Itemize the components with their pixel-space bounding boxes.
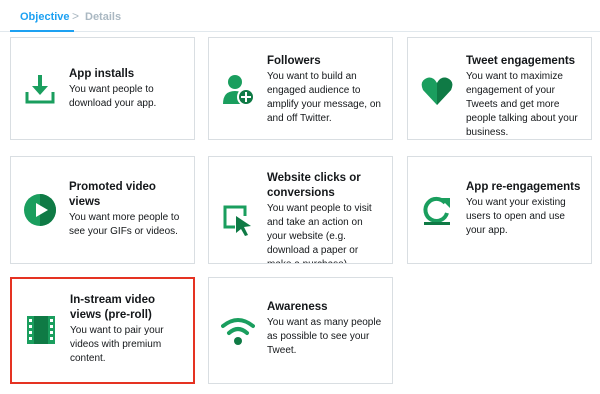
- film-icon: [24, 313, 58, 347]
- active-tab-indicator: [10, 30, 74, 32]
- chevron-right-icon: >: [72, 9, 80, 23]
- refresh-icon: [420, 193, 454, 227]
- tab-details[interactable]: Details: [85, 11, 121, 23]
- objective-title: In-stream video views (pre-roll): [70, 294, 155, 321]
- add-user-icon: [221, 72, 255, 106]
- objective-card-website-clicks[interactable]: Website clicks or conversions You want p…: [208, 156, 393, 264]
- objective-title: Promoted video views: [69, 181, 156, 208]
- objective-card-app-installs[interactable]: App installs You want people to download…: [10, 37, 195, 140]
- tab-objective[interactable]: Objective: [20, 11, 70, 23]
- objective-title: App re-engagements: [466, 181, 581, 193]
- objective-title: Awareness: [267, 301, 328, 313]
- objective-tabs: Objective > Details: [0, 0, 600, 32]
- objective-title: App installs: [69, 68, 135, 80]
- objective-card-followers[interactable]: Followers You want to build an engaged a…: [208, 37, 393, 140]
- objective-title: Followers: [267, 55, 321, 67]
- objective-card-app-re-engagements[interactable]: App re-engagements You want your existin…: [407, 156, 592, 264]
- cursor-click-icon: [221, 203, 255, 237]
- wifi-icon: [221, 314, 255, 348]
- heart-icon: [420, 74, 454, 108]
- objective-card-in-stream-video-views[interactable]: In-stream video views (pre-roll) You wan…: [10, 277, 195, 384]
- objective-description: You want your existing users to open and…: [466, 197, 566, 236]
- play-icon: [23, 193, 57, 227]
- objective-description: You want more people to see your GIFs or…: [69, 212, 180, 237]
- objective-description: You want people to visit and take an act…: [267, 203, 372, 263]
- objective-description: You want to build an engaged audience to…: [267, 71, 381, 124]
- objective-description: You want as many people as possible to s…: [267, 317, 382, 356]
- objective-card-awareness[interactable]: Awareness You want as many people as pos…: [208, 277, 393, 384]
- objective-description: You want to maximize engagement of your …: [466, 71, 578, 138]
- objective-title: Website clicks or conversions: [267, 172, 361, 199]
- objective-description: You want to pair your videos with premiu…: [70, 325, 164, 364]
- objective-title: Tweet engagements: [466, 55, 576, 67]
- objective-description: You want people to download your app.: [69, 84, 157, 109]
- objective-card-tweet-engagements[interactable]: Tweet engagements You want to maximize e…: [407, 37, 592, 140]
- objective-card-promoted-video-views[interactable]: Promoted video views You want more peopl…: [10, 156, 195, 264]
- download-icon: [23, 72, 57, 106]
